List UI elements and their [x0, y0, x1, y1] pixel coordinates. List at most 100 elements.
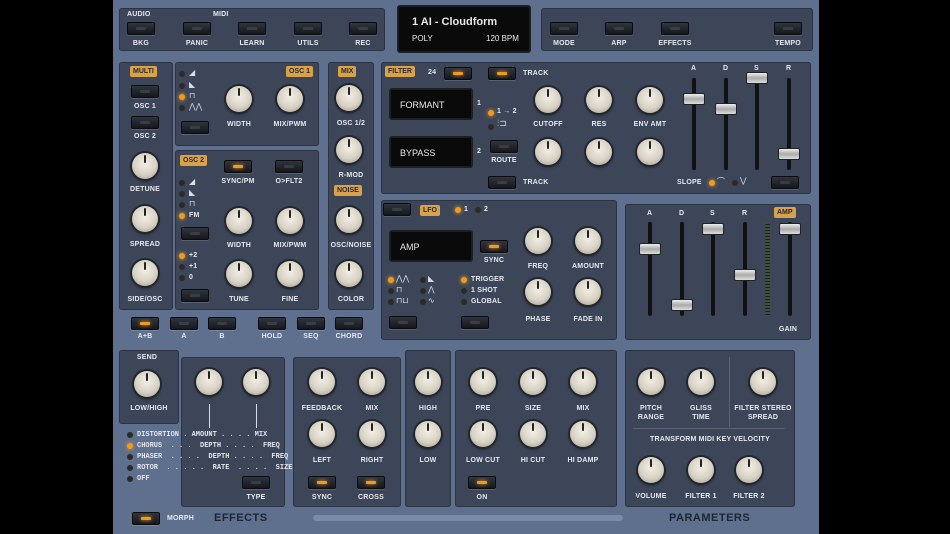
rec-button[interactable]: [349, 22, 377, 35]
color-knob[interactable]: [336, 261, 362, 287]
delay-cross-button[interactable]: [357, 476, 385, 489]
rotor-led[interactable]: [127, 465, 133, 471]
amp-env-d-fader[interactable]: [671, 299, 693, 311]
utils-button[interactable]: [294, 22, 322, 35]
reverb-mix-knob[interactable]: [570, 369, 596, 395]
delay-mix-knob[interactable]: [359, 369, 385, 395]
cutoff1-knob[interactable]: [535, 87, 561, 113]
trigger-led[interactable]: [461, 277, 467, 283]
eq-high-knob[interactable]: [415, 369, 441, 395]
gliss-time-knob[interactable]: [688, 369, 714, 395]
side-osc-knob[interactable]: [132, 260, 158, 286]
fine-knob[interactable]: [277, 261, 303, 287]
filter2-type-display[interactable]: BYPASS: [389, 136, 473, 168]
lfo-fade-in-knob[interactable]: [575, 279, 601, 305]
global-led[interactable]: [461, 299, 467, 305]
osc12-mix-knob[interactable]: [336, 85, 362, 111]
osc2-saw-led[interactable]: [179, 180, 185, 186]
spread-knob[interactable]: [132, 206, 158, 232]
wave-saw-led[interactable]: [179, 71, 185, 77]
reverb-hi-cut-knob[interactable]: [520, 421, 546, 447]
osc-noise-knob[interactable]: [336, 207, 362, 233]
filter-env-r-fader[interactable]: [778, 148, 800, 160]
osc1-mix-pwm-knob[interactable]: [277, 86, 303, 112]
wave-triangle-led[interactable]: [179, 105, 185, 111]
osc2-fm-led[interactable]: [179, 213, 185, 219]
lfo2-led[interactable]: [475, 207, 481, 213]
lfo-amount-knob[interactable]: [575, 228, 601, 254]
mode-button[interactable]: [550, 22, 578, 35]
lfo-phase-knob[interactable]: [525, 279, 551, 305]
filter-stereo-spread-knob[interactable]: [750, 369, 776, 395]
lfo-shape-ramp-led[interactable]: [420, 288, 426, 294]
chord-button[interactable]: [335, 317, 363, 330]
bkg-button[interactable]: [127, 22, 155, 35]
route-parallel-led[interactable]: [488, 124, 494, 130]
fx-amount-knob[interactable]: [196, 369, 222, 395]
osc1-multi-button[interactable]: [131, 85, 159, 98]
preset-display[interactable]: 1 AI - Cloudform POLY 120 BPM: [397, 5, 531, 53]
route-button[interactable]: [490, 140, 518, 153]
reverb-pre-knob[interactable]: [470, 369, 496, 395]
octave-plus2-led[interactable]: [179, 253, 185, 259]
velocity-filter1-knob[interactable]: [688, 457, 714, 483]
delay-sync-button[interactable]: [308, 476, 336, 489]
lfo-shape-square-led[interactable]: [388, 288, 394, 294]
feedback-knob[interactable]: [309, 369, 335, 395]
amp-env-r-fader[interactable]: [734, 269, 756, 281]
octave-button[interactable]: [181, 289, 209, 302]
osc2-wave-button[interactable]: [181, 227, 209, 240]
osc2-width-knob[interactable]: [226, 208, 252, 234]
filter1-type-display[interactable]: FORMANT: [389, 88, 473, 120]
lfo-destination-display[interactable]: AMP: [389, 230, 473, 262]
wave-square-led[interactable]: [179, 94, 185, 100]
osc1-width-knob[interactable]: [226, 86, 252, 112]
phaser-led[interactable]: [127, 454, 133, 460]
osc2-mix-pwm-knob[interactable]: [277, 208, 303, 234]
delay-left-knob[interactable]: [309, 421, 335, 447]
lfo-shape-random-led[interactable]: [388, 299, 394, 305]
reverb-low-cut-knob[interactable]: [470, 421, 496, 447]
learn-button[interactable]: [238, 22, 266, 35]
reverb-size-knob[interactable]: [520, 369, 546, 395]
slope-button[interactable]: [771, 176, 799, 189]
env-amt2-knob[interactable]: [637, 139, 663, 165]
lfo-freq-knob[interactable]: [525, 228, 551, 254]
hold-button[interactable]: [258, 317, 286, 330]
lfo-toggle-button[interactable]: [383, 203, 411, 216]
fx-type-button[interactable]: [242, 476, 270, 489]
a-button[interactable]: [170, 317, 198, 330]
effects-scrollbar[interactable]: [313, 515, 623, 521]
amp-env-s-fader[interactable]: [702, 223, 724, 235]
morph-button[interactable]: [132, 512, 160, 525]
o-flt2-button[interactable]: [275, 160, 303, 173]
octave-zero-led[interactable]: [179, 275, 185, 281]
osc1-wave-button[interactable]: [181, 121, 209, 134]
track1-button[interactable]: [488, 67, 516, 80]
slope-curve1-led[interactable]: [709, 180, 715, 186]
arp-button[interactable]: [605, 22, 633, 35]
osc2-square-led[interactable]: [179, 202, 185, 208]
detune-knob[interactable]: [132, 153, 158, 179]
track2-button[interactable]: [488, 176, 516, 189]
eq-low-knob[interactable]: [415, 421, 441, 447]
res2-knob[interactable]: [586, 139, 612, 165]
osc2-multi-button[interactable]: [131, 116, 159, 129]
chorus-led[interactable]: [127, 443, 133, 449]
effects-button[interactable]: [661, 22, 689, 35]
filter-env-a-fader[interactable]: [683, 93, 705, 105]
lfo-sync-button[interactable]: [480, 240, 508, 253]
amp-env-a-fader[interactable]: [639, 243, 661, 255]
env-amt1-knob[interactable]: [637, 87, 663, 113]
filter-env-s-fader[interactable]: [746, 72, 768, 84]
lfo-shape-noise-led[interactable]: [420, 299, 426, 305]
velocity-volume-knob[interactable]: [638, 457, 664, 483]
res1-knob[interactable]: [586, 87, 612, 113]
pitch-range-knob[interactable]: [638, 369, 664, 395]
wave-saw2-led[interactable]: [179, 83, 185, 89]
seq-button[interactable]: [297, 317, 325, 330]
lfo-shape-saw-led[interactable]: [420, 277, 426, 283]
off-led[interactable]: [127, 476, 133, 482]
send-knob[interactable]: [134, 371, 160, 397]
tempo-button[interactable]: [774, 22, 802, 35]
